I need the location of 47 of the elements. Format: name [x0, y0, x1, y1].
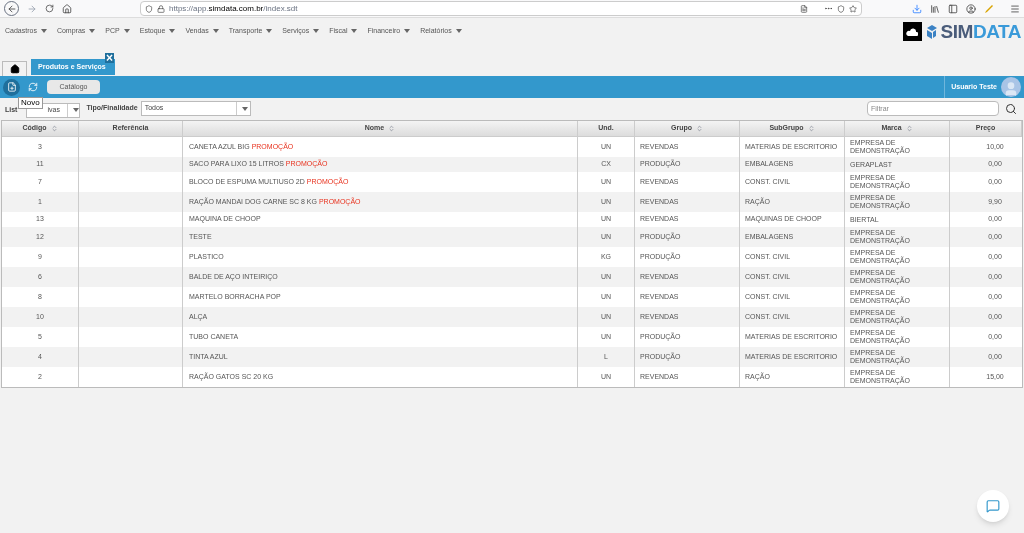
shield-icon [145, 4, 153, 13]
star-icon[interactable] [849, 4, 857, 13]
home-icon[interactable] [62, 3, 72, 14]
menu-icon[interactable] [1010, 3, 1020, 14]
download-icon[interactable] [912, 3, 922, 14]
caret-icon [455, 29, 462, 34]
library-icon[interactable] [930, 3, 940, 14]
lock-icon [157, 4, 165, 13]
caret-icon [72, 108, 79, 112]
caret-icon [242, 106, 249, 111]
caret-icon [266, 29, 273, 34]
sort-icon [388, 125, 396, 132]
home-icon [9, 64, 20, 74]
caret-icon [404, 29, 411, 34]
search-icon[interactable] [1005, 102, 1017, 115]
caret-icon [123, 29, 130, 34]
caret-icon [169, 29, 176, 34]
refresh-icon[interactable] [28, 82, 38, 92]
sort-icon [807, 125, 815, 132]
close-tab-button[interactable]: × [105, 53, 114, 63]
new-button[interactable] [3, 78, 20, 96]
back-arrow-icon [6, 3, 17, 14]
new-file-icon [6, 82, 17, 92]
caret-icon [89, 29, 96, 34]
chat-icon [986, 499, 1000, 513]
caret-icon [40, 29, 47, 34]
address-bar[interactable]: https://app.simdata.com.br/index.sdt [140, 1, 862, 16]
sort-icon [50, 125, 58, 132]
logo-text: SIMDATA [940, 22, 1021, 41]
avatar[interactable] [1001, 77, 1021, 97]
cube-logo-icon [925, 24, 937, 39]
caret-icon [351, 29, 358, 34]
more-icon[interactable] [824, 4, 833, 13]
caret-icon [313, 29, 320, 34]
home-tab[interactable] [2, 61, 27, 76]
reload-icon[interactable] [45, 4, 54, 13]
account-icon[interactable] [966, 3, 976, 14]
caret-icon [212, 29, 219, 34]
sort-icon [905, 125, 913, 132]
pen-icon[interactable] [984, 3, 994, 14]
sort-icon [696, 125, 703, 132]
sidebar-icon[interactable] [948, 3, 958, 14]
reader-icon[interactable] [800, 4, 808, 13]
chat-button[interactable] [977, 490, 1009, 522]
tooltip: Novo [18, 97, 43, 109]
url-text: https://app.simdata.com.br/index.sdt [169, 2, 298, 15]
cloud-logo-icon [902, 22, 922, 41]
